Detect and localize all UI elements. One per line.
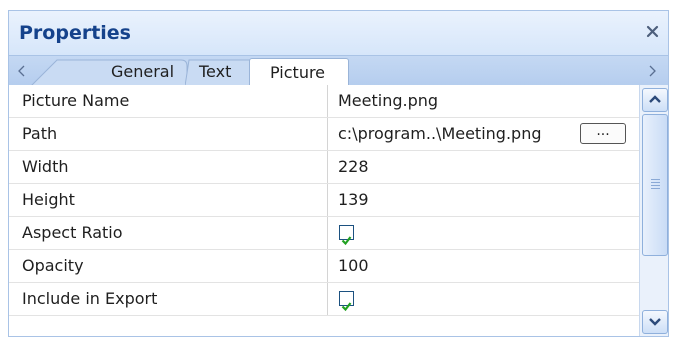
tab-strip: General Text Picture (9, 55, 668, 86)
property-row[interactable]: Opacity 100 (9, 250, 639, 283)
property-value[interactable]: c:\program..\Meeting.png ... (328, 118, 639, 150)
property-row[interactable]: Aspect Ratio (9, 217, 639, 250)
property-row[interactable]: Include in Export (9, 283, 639, 316)
grip-line (651, 188, 660, 189)
chevron-down-icon (649, 318, 661, 326)
property-row[interactable]: Height 139 (9, 184, 639, 217)
scroll-up-button[interactable] (642, 88, 668, 112)
property-name: Height (9, 184, 328, 216)
panel-title: Properties (19, 22, 131, 44)
property-value[interactable]: Meeting.png (328, 85, 639, 117)
panel-titlebar: Properties (9, 11, 668, 55)
close-icon[interactable] (642, 21, 664, 43)
tab-general[interactable]: General (31, 58, 207, 86)
property-name: Picture Name (9, 85, 328, 117)
scrollbar-thumb[interactable] (642, 114, 668, 256)
browse-button[interactable]: ... (580, 123, 626, 144)
grip-line (651, 185, 660, 186)
tab-text-label: Text (199, 62, 232, 81)
path-value: c:\program..\Meeting.png (338, 124, 542, 143)
property-name: Width (9, 151, 328, 183)
property-row[interactable]: Picture Name Meeting.png (9, 85, 639, 118)
property-value[interactable] (328, 283, 639, 315)
checkmark-icon (341, 236, 352, 246)
property-name: Aspect Ratio (9, 217, 328, 249)
tab-scroll-left-icon[interactable] (13, 60, 33, 82)
vertical-scrollbar[interactable] (639, 85, 668, 336)
property-value[interactable] (328, 217, 639, 249)
grip-line (651, 179, 660, 180)
scroll-down-button[interactable] (642, 310, 668, 334)
tab-general-label: General (111, 62, 175, 81)
aspect-ratio-checkbox[interactable] (339, 225, 354, 246)
grip-line (651, 182, 660, 183)
tab-scroll-right-icon[interactable] (642, 60, 662, 82)
property-grid: Picture Name Meeting.png Path c:\program… (9, 85, 639, 336)
property-row[interactable]: Width 228 (9, 151, 639, 184)
properties-panel: Properties General Text Picture Picture … (8, 10, 669, 337)
property-value[interactable]: 100 (328, 250, 639, 282)
property-row[interactable]: Path c:\program..\Meeting.png ... (9, 118, 639, 151)
checkmark-icon (341, 302, 352, 312)
tab-picture-label: Picture (270, 63, 326, 82)
tab-picture[interactable]: Picture (249, 58, 349, 86)
property-name: Include in Export (9, 283, 328, 315)
property-value[interactable]: 139 (328, 184, 639, 216)
property-name: Opacity (9, 250, 328, 282)
property-value[interactable]: 228 (328, 151, 639, 183)
include-in-export-checkbox[interactable] (339, 291, 354, 312)
chevron-up-icon (649, 95, 661, 103)
property-name: Path (9, 118, 328, 150)
